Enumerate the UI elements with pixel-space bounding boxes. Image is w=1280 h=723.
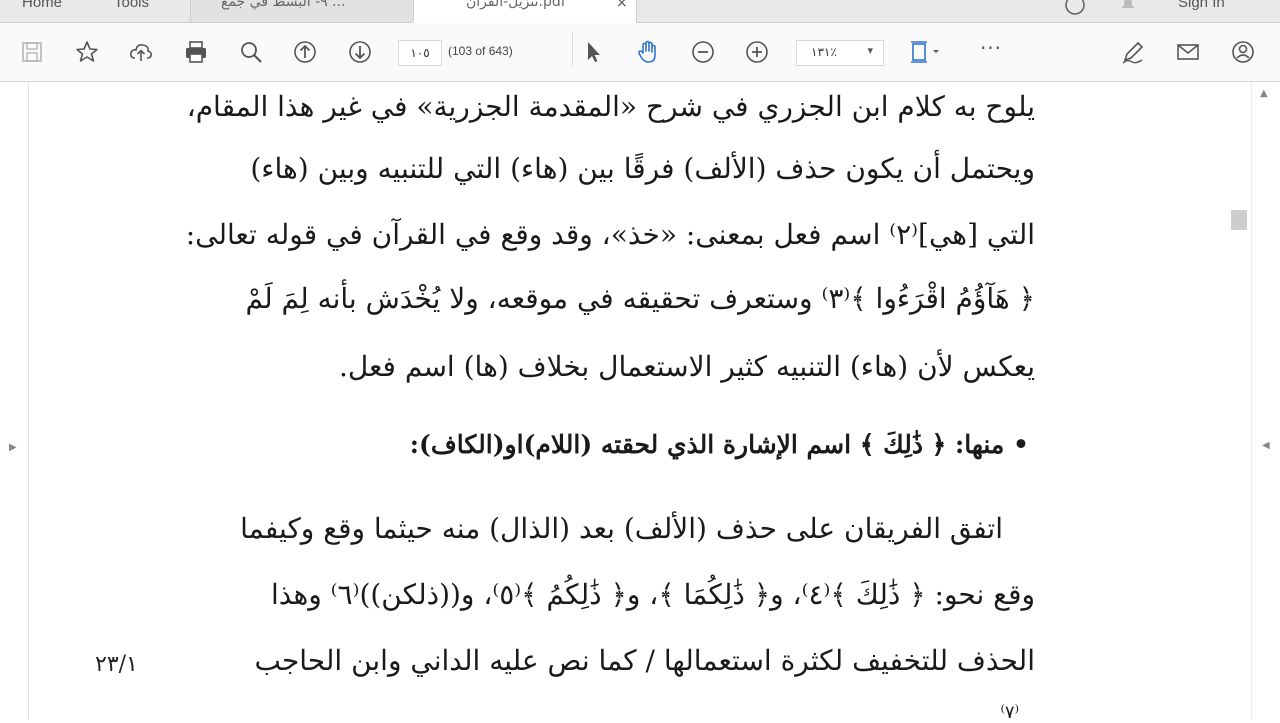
text-line: التي [هي]⁽٢⁾ اسم فعل بمعنى: «خذ»، وقد وق… <box>185 218 1035 251</box>
zoom-in-icon[interactable] <box>741 36 773 68</box>
tab-title: تنزيل-القرآن.pdf <box>466 0 566 10</box>
scroll-up-icon[interactable]: ▲ <box>1260 88 1268 99</box>
section-heading: • منها: ﴿ ذَٰلِكَ ﴾ اسم الإشارة الذي لحق… <box>409 430 1029 459</box>
expand-left-icon[interactable]: ▶ <box>9 442 17 453</box>
zoom-search-icon[interactable] <box>235 36 267 68</box>
text-line: ﴿ هَآؤُمُ اقْرَءُوا ﴾⁽٣⁾ وستعرف تحقيقه ف… <box>245 282 1035 315</box>
print-icon[interactable] <box>180 36 212 68</box>
sign-pen-icon[interactable] <box>1117 36 1149 68</box>
more-icon[interactable]: ··· <box>975 36 1007 68</box>
tab-close-icon[interactable]: × <box>616 0 628 11</box>
toolbar: ··· <box>0 23 1280 82</box>
upload-cloud-icon[interactable] <box>125 36 157 68</box>
page-number-value: ١٠٥ <box>410 46 430 60</box>
tab-document-2[interactable]: تنزيل-القرآن.pdf × <box>413 0 637 23</box>
tab-title: ٩- البسط في جمع ... <box>221 0 346 10</box>
scroll-thumb[interactable] <box>1231 210 1247 230</box>
save-icon[interactable] <box>16 36 48 68</box>
chevron-down-icon: ▾ <box>867 44 873 57</box>
fit-page-icon[interactable] <box>905 36 947 68</box>
page-number-input[interactable]: ١٠٥ <box>398 40 442 66</box>
vertical-scrollbar[interactable]: ▲ <box>1251 82 1280 720</box>
zoom-out-icon[interactable] <box>687 36 719 68</box>
mail-icon[interactable] <box>1172 36 1204 68</box>
zoom-value: ١٣١٪ <box>811 45 837 59</box>
toolbar-separator <box>572 33 573 67</box>
expand-right-icon[interactable]: ◀ <box>1262 440 1270 451</box>
nav-home[interactable]: Home <box>22 0 62 11</box>
text-line: الحذف للتخفيف لكثرة استعمالها / كما نص ع… <box>254 644 1035 677</box>
text-line: يلوح به كلام ابن الجزري في شرح «المقدمة … <box>186 90 1035 123</box>
sign-in-link[interactable]: Sign In <box>1178 0 1225 11</box>
left-panel-toggle[interactable]: ▶ <box>0 82 29 720</box>
bookmark-star-icon[interactable] <box>71 36 103 68</box>
page-count: (103 of 643) <box>448 44 513 58</box>
more-label: ··· <box>979 36 1003 60</box>
account-icon[interactable] <box>1227 36 1259 68</box>
bell-icon[interactable] <box>1118 0 1138 18</box>
hand-tool-icon[interactable] <box>632 36 664 68</box>
help-icon[interactable] <box>1064 0 1086 20</box>
pdf-page: يلوح به كلام ابن الجزري في شرح «المقدمة … <box>29 82 1229 723</box>
tab-bar: Home Tools ٩- البسط في جمع ... تنزيل-الق… <box>0 0 1280 23</box>
tab-document-1[interactable]: ٩- البسط في جمع ... <box>190 0 414 22</box>
nav-tools[interactable]: Tools <box>114 0 149 11</box>
select-pointer-icon[interactable] <box>577 36 609 68</box>
zoom-select[interactable]: ١٣١٪ ▾ <box>796 40 884 66</box>
text-line: يعكس لأن (هاء) التنبيه كثير الاستعمال بخ… <box>338 350 1035 383</box>
page-up-icon[interactable] <box>289 36 321 68</box>
text-line: وقع نحو: ﴿ ذَٰلِكَ ﴾⁽٤⁾، و﴿ ذَٰلِكُمَا ﴾… <box>270 578 1035 611</box>
text-line: اتفق الفريقان على حذف (الألف) بعد (الذال… <box>240 512 1003 545</box>
margin-page-note: ٢٣/١ <box>95 652 138 677</box>
page-down-icon[interactable] <box>344 36 376 68</box>
text-line: ويحتمل أن يكون حذف (الألف) فرقًا بين (ها… <box>250 152 1035 185</box>
